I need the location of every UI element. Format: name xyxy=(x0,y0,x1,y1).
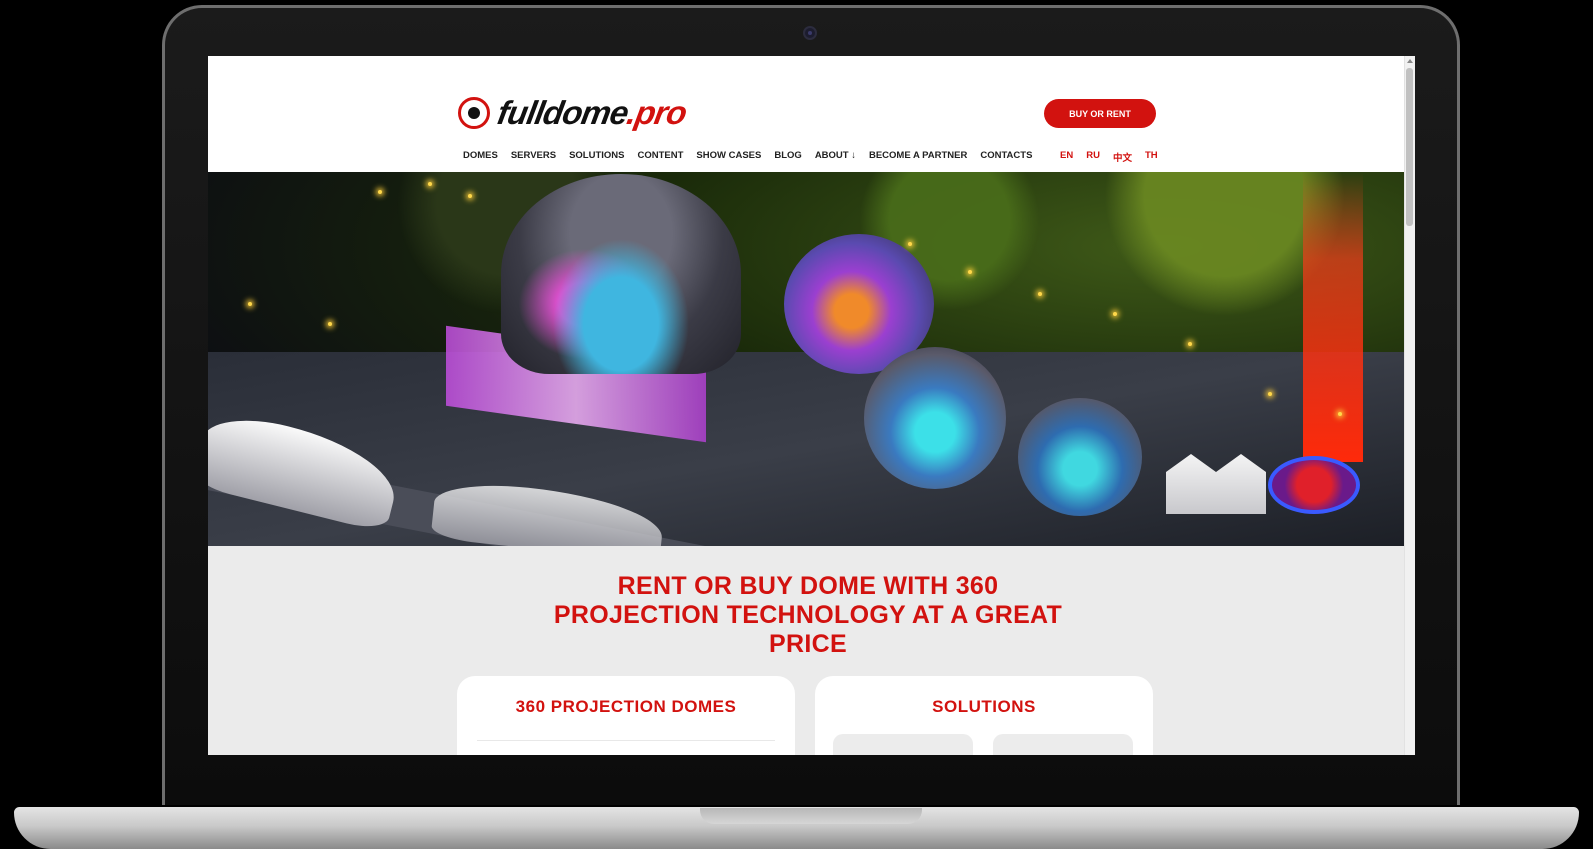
nav-item-servers[interactable]: SERVERS xyxy=(511,150,556,161)
buy-or-rent-button[interactable]: BUY OR RENT xyxy=(1044,99,1156,128)
nav-item-contacts[interactable]: CONTACTS xyxy=(980,150,1032,161)
string-light xyxy=(328,322,332,326)
webcam-icon xyxy=(803,26,817,40)
browser-viewport: fulldome.pro BUY OR RENT DOMES SERVERS S… xyxy=(208,56,1415,755)
nav-item-blog[interactable]: BLOG xyxy=(774,150,801,161)
hero-light-beam xyxy=(1303,172,1363,462)
nav-item-content[interactable]: CONTENT xyxy=(638,150,684,161)
lang-en[interactable]: EN xyxy=(1060,150,1073,164)
string-light xyxy=(968,270,972,274)
string-light xyxy=(1268,392,1272,396)
nav-item-show-cases[interactable]: SHOW CASES xyxy=(696,150,761,161)
nav-item-domes[interactable]: DOMES xyxy=(463,150,498,161)
nav-item-about[interactable]: ABOUT ↓ xyxy=(815,150,856,161)
scrollbar[interactable] xyxy=(1404,56,1415,755)
solution-tile[interactable] xyxy=(993,734,1133,755)
string-light xyxy=(428,182,432,186)
string-light xyxy=(1338,412,1342,416)
scroll-up-icon[interactable] xyxy=(1407,59,1413,63)
card-title: 360 PROJECTION DOMES xyxy=(515,697,737,716)
string-light xyxy=(908,242,912,246)
language-switcher: EN RU 中文 TH xyxy=(1060,150,1158,164)
string-light xyxy=(1038,292,1042,296)
solution-tile[interactable] xyxy=(833,734,973,755)
string-light xyxy=(1113,312,1117,316)
hero-dome-large xyxy=(501,174,741,374)
card-solutions[interactable]: SOLUTIONS xyxy=(815,676,1153,755)
string-light xyxy=(468,194,472,198)
scrollbar-thumb[interactable] xyxy=(1406,68,1413,226)
hero-dome-4 xyxy=(1018,398,1142,516)
main-nav: DOMES SERVERS SOLUTIONS CONTENT SHOW CAS… xyxy=(463,150,1045,161)
logo-mark-icon xyxy=(458,97,490,129)
card-divider xyxy=(477,740,775,741)
nav-item-solutions[interactable]: SOLUTIONS xyxy=(569,150,624,161)
lang-th[interactable]: TH xyxy=(1145,150,1158,164)
string-light xyxy=(1188,342,1192,346)
laptop-notch xyxy=(700,808,922,824)
page-headline: RENT OR BUY DOME WITH 360 PROJECTION TEC… xyxy=(553,572,1063,658)
hero-image xyxy=(208,172,1404,546)
lang-zh[interactable]: 中文 xyxy=(1113,150,1132,164)
site-logo[interactable]: fulldome.pro xyxy=(458,94,689,132)
site-header: fulldome.pro BUY OR RENT DOMES SERVERS S… xyxy=(208,56,1404,173)
string-light xyxy=(378,190,382,194)
hero-dome-3 xyxy=(864,347,1006,489)
string-light xyxy=(248,302,252,306)
hero-led-ring xyxy=(1268,456,1360,514)
logo-wordmark: fulldome.pro xyxy=(494,94,690,131)
lang-ru[interactable]: RU xyxy=(1086,150,1100,164)
card-projection-domes[interactable]: 360 PROJECTION DOMES xyxy=(457,676,795,755)
nav-item-become-a-partner[interactable]: BECOME A PARTNER xyxy=(869,150,967,161)
card-title: SOLUTIONS xyxy=(932,697,1036,716)
